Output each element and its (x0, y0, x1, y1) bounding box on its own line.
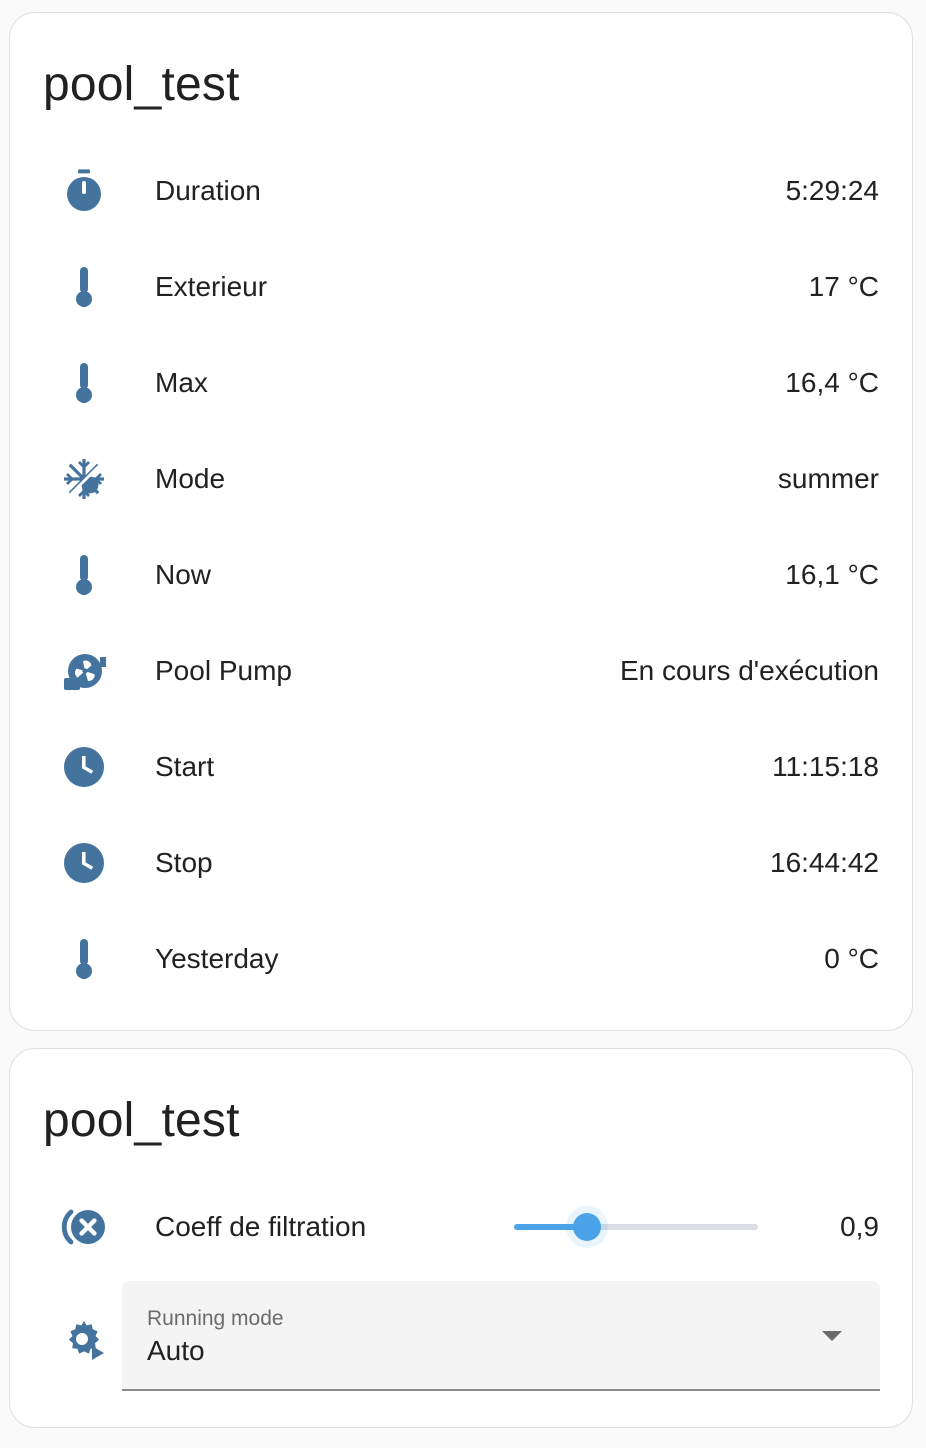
slider-thumb[interactable] (573, 1213, 602, 1241)
thermometer-icon (58, 933, 110, 985)
cog-play-icon (58, 1313, 110, 1365)
entity-row-max[interactable]: Max 16,4 °C (10, 335, 912, 431)
entity-row-exterieur[interactable]: Exterieur 17 °C (10, 239, 912, 335)
entity-value: 16,1 °C (785, 559, 879, 590)
entity-name: Yesterday (155, 943, 279, 974)
entity-name: Duration (155, 175, 261, 206)
select-value: Auto (147, 1335, 205, 1366)
water-remove-icon (58, 1201, 110, 1253)
entity-name: Pool Pump (155, 655, 292, 686)
entity-row-stop[interactable]: Stop 16:44:42 (10, 815, 912, 911)
select-label: Running mode (147, 1307, 284, 1330)
thermometer-icon (58, 549, 110, 601)
card-title: pool_test (43, 58, 240, 111)
entities-card: pool_test Duration 5:29:24 Exterieur 17 … (9, 12, 913, 1031)
clock-icon (58, 837, 110, 889)
thermometer-icon (58, 261, 110, 313)
entity-name: Stop (155, 847, 213, 878)
thermometer-icon (58, 357, 110, 409)
dropdown-arrow-icon[interactable] (822, 1331, 842, 1341)
card-title: pool_test (43, 1094, 240, 1147)
pump-icon (58, 645, 110, 697)
entity-name: Mode (155, 463, 226, 494)
entity-row-now[interactable]: Now 16,1 °C (10, 527, 912, 623)
entity-row-start[interactable]: Start 11:15:18 (10, 719, 912, 815)
entity-row-duration[interactable]: Duration 5:29:24 (10, 143, 912, 239)
entity-value: summer (777, 463, 879, 494)
entity-value: 16:44:42 (770, 847, 879, 878)
entity-value: 5:29:24 (785, 175, 879, 206)
entity-value: En cours d'exécution (619, 655, 879, 686)
entity-name: Exterieur (155, 271, 268, 302)
entity-value: 0 °C (824, 943, 879, 974)
clock-icon (58, 741, 110, 793)
running-mode-select[interactable]: Running mode Auto (122, 1281, 880, 1391)
entity-name: Now (155, 559, 212, 590)
entity-value: 11:15:18 (772, 751, 879, 782)
entity-value: 16,4 °C (785, 367, 879, 398)
entity-name: Coeff de filtration (155, 1211, 367, 1242)
controls-card: pool_test Coeff de filtration 0,9 Runnin… (9, 1048, 913, 1428)
entity-row-pool-pump[interactable]: Pool Pump En cours d'exécution (10, 623, 912, 719)
timer-icon (58, 165, 110, 217)
coeff-slider[interactable] (514, 1207, 758, 1247)
running-mode-row: Running mode Auto (10, 1281, 912, 1393)
coeff-filtration-row: Coeff de filtration 0,9 (10, 1179, 912, 1275)
entity-value: 17 °C (808, 271, 879, 302)
entity-row-yesterday[interactable]: Yesterday 0 °C (10, 911, 912, 1007)
entity-name: Start (155, 751, 215, 782)
entity-value: 0,9 (840, 1211, 879, 1242)
entity-name: Max (155, 367, 208, 398)
entity-row-mode[interactable]: Mode summer (10, 431, 912, 527)
sun-snowflake-icon (58, 453, 110, 505)
